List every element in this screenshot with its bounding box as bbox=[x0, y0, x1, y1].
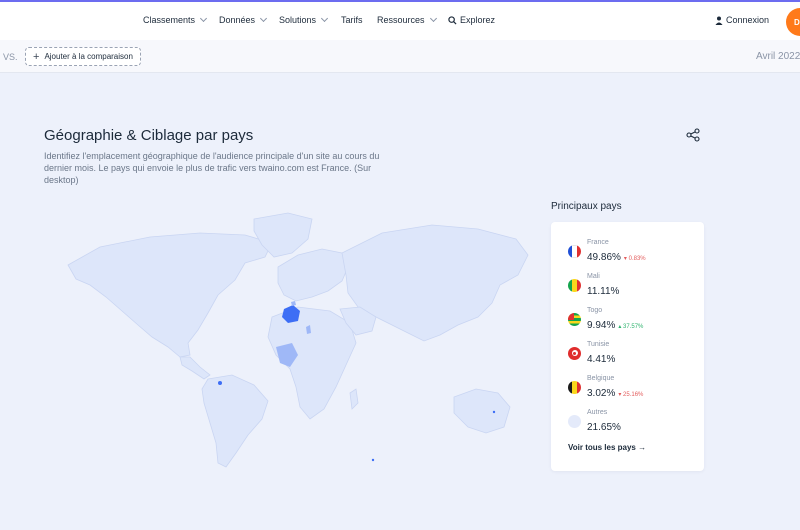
map-belgium bbox=[291, 301, 296, 306]
country-row-france[interactable]: France 49.86% ▾ 0.83% bbox=[568, 237, 646, 265]
world-map bbox=[67, 212, 529, 468]
top-countries-panel: France 49.86% ▾ 0.83% Mali 11.11% Togo 9.… bbox=[551, 222, 704, 471]
login-link[interactable]: Connexion bbox=[715, 15, 769, 25]
top-navbar: Classements Données Solutions Tarifs Res… bbox=[0, 2, 800, 40]
map-north-america bbox=[67, 232, 273, 358]
map-madagascar bbox=[349, 388, 359, 410]
map-new-caledonia bbox=[371, 458, 375, 462]
others-icon bbox=[568, 414, 581, 428]
nav-item-tarifs[interactable]: Tarifs bbox=[341, 15, 363, 25]
chevron-down-icon bbox=[320, 14, 329, 23]
top-countries-title: Principaux pays bbox=[551, 201, 622, 212]
country-row-togo[interactable]: Togo 9.94% ▴ 37.57% bbox=[568, 305, 643, 333]
nav-item-donnees[interactable]: Données bbox=[219, 14, 268, 25]
add-to-comparison-button[interactable]: + Ajouter à la comparaison bbox=[25, 47, 141, 66]
search-icon bbox=[448, 15, 457, 25]
tunisia-flag-icon bbox=[568, 346, 581, 360]
country-row-tunisie[interactable]: Tunisie 4.41% bbox=[568, 339, 615, 367]
nav-item-solutions[interactable]: Solutions bbox=[279, 14, 329, 25]
change-badge: ▾ 25.16% bbox=[618, 391, 644, 398]
map-south-america bbox=[201, 374, 269, 468]
nav-item-ressources[interactable]: Ressources bbox=[377, 14, 437, 25]
france-flag-icon bbox=[568, 244, 581, 258]
period-selector[interactable]: Avril 2022 bbox=[756, 51, 800, 62]
section-title: Géographie & Ciblage par pays bbox=[44, 127, 254, 144]
change-badge: ▾ 0.83% bbox=[623, 255, 646, 262]
map-central-america bbox=[179, 356, 211, 380]
map-australia bbox=[453, 388, 511, 434]
map-guiana bbox=[218, 381, 222, 385]
see-all-countries-link[interactable]: Voir tous les pays → bbox=[568, 443, 646, 452]
nav-item-classements[interactable]: Classements bbox=[143, 14, 208, 25]
belgium-flag-icon bbox=[568, 380, 581, 394]
map-reunion bbox=[492, 410, 496, 414]
section-description: Identifiez l'emplacement géographique de… bbox=[44, 151, 380, 185]
togo-flag-icon bbox=[568, 312, 581, 326]
country-row-belgique[interactable]: Belgique 3.02% ▾ 25.16% bbox=[568, 373, 643, 401]
vs-label: VS. bbox=[3, 52, 18, 62]
mali-flag-icon bbox=[568, 278, 581, 292]
change-badge: ▴ 37.57% bbox=[618, 323, 644, 330]
share-icon[interactable] bbox=[686, 128, 700, 142]
compare-bar: VS. + Ajouter à la comparaison Avril 202… bbox=[0, 40, 800, 73]
country-row-mali[interactable]: Mali 11.11% bbox=[568, 271, 619, 299]
chevron-down-icon bbox=[199, 14, 208, 23]
user-icon bbox=[715, 16, 723, 25]
avatar[interactable]: D bbox=[786, 8, 800, 36]
chevron-down-icon bbox=[429, 14, 437, 23]
chevron-down-icon bbox=[259, 14, 268, 23]
plus-icon: + bbox=[33, 50, 40, 63]
nav-explore[interactable]: Explorez bbox=[448, 15, 495, 25]
country-row-autres: Autres 21.65% bbox=[568, 407, 621, 435]
map-europe bbox=[277, 248, 349, 302]
